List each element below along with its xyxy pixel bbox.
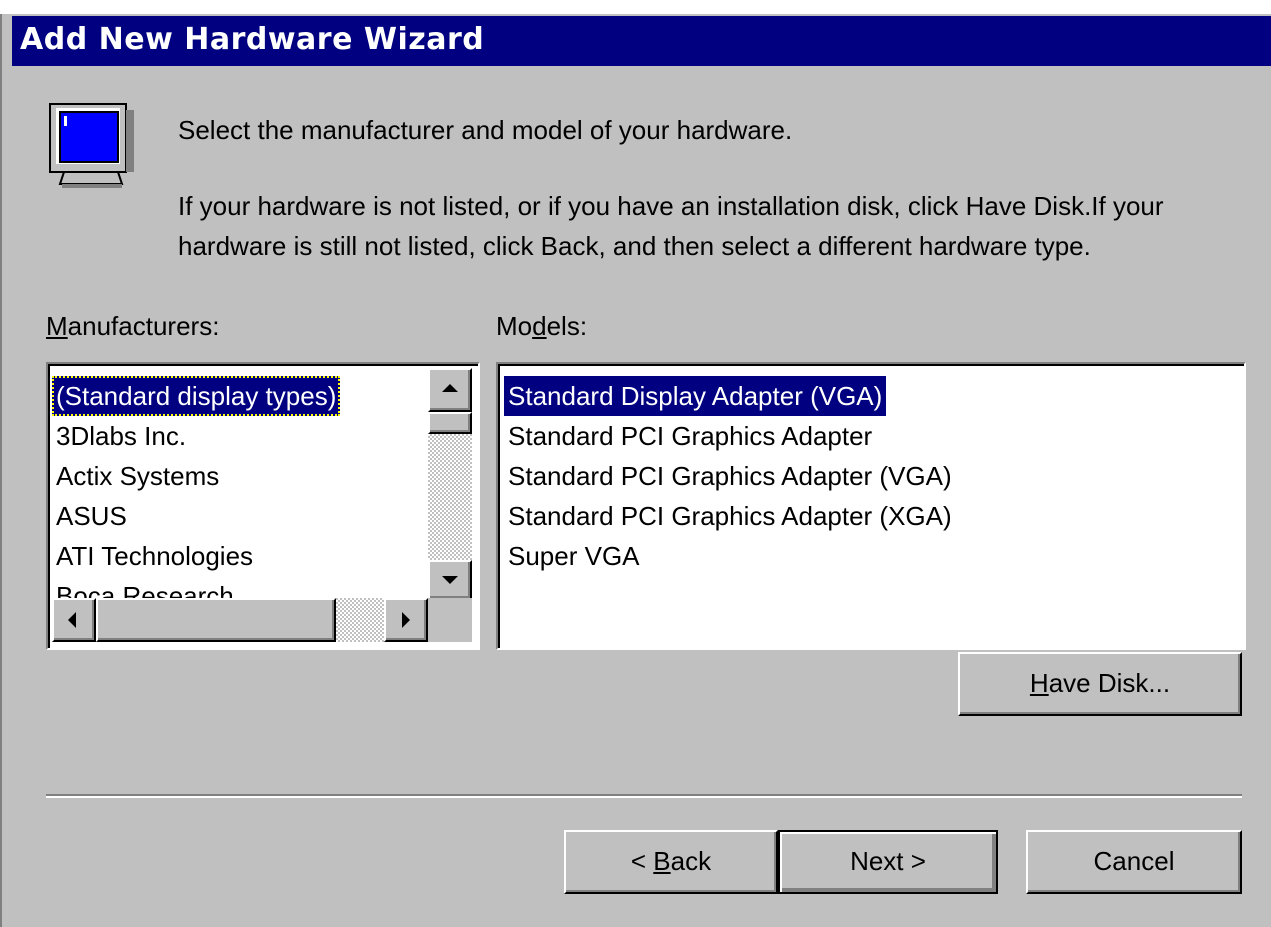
back-mnemonic: B: [653, 846, 671, 876]
next-button[interactable]: Next >: [778, 830, 998, 894]
back-label: ack: [670, 846, 712, 876]
manufacturers-label-mnemonic: M: [46, 311, 68, 341]
manufacturers-label-rest: anufacturers:: [67, 311, 220, 341]
scrollbar-corner: [428, 598, 472, 642]
title-bar[interactable]: Add New Hardware Wizard: [12, 16, 1271, 66]
scroll-up-button[interactable]: [428, 368, 472, 412]
manufacturer-item[interactable]: ASUS: [52, 496, 131, 536]
manufacturers-horizontal-scrollbar[interactable]: [52, 598, 428, 642]
manufacturers-vertical-scrollbar[interactable]: [428, 368, 472, 600]
scroll-right-button[interactable]: [384, 598, 428, 642]
manufacturer-item[interactable]: (Standard display types): [52, 376, 341, 416]
scroll-left-button[interactable]: [52, 598, 96, 642]
models-label-post: els:: [546, 311, 588, 341]
manufacturer-item[interactable]: ATI Technologies: [52, 536, 257, 576]
manufacturer-item[interactable]: Actix Systems: [52, 456, 223, 496]
model-item[interactable]: Standard PCI Graphics Adapter: [504, 416, 876, 456]
models-label: Models:: [496, 306, 587, 346]
manufacturer-item[interactable]: 3Dlabs Inc.: [52, 416, 190, 456]
monitor-icon: [49, 103, 134, 188]
separator-highlight: [46, 796, 1242, 798]
wizard-instructions: If your hardware is not listed, or if yo…: [178, 191, 1164, 261]
vertical-scroll-track[interactable]: [428, 412, 472, 560]
scroll-down-button[interactable]: [428, 560, 472, 600]
model-item[interactable]: Standard Display Adapter (VGA): [504, 376, 887, 416]
models-label-mnemonic: d: [532, 311, 547, 341]
wizard-window: Add New Hardware Wizard Select the manuf…: [0, 14, 1271, 927]
have-disk-button[interactable]: Have Disk...: [958, 652, 1242, 716]
model-item[interactable]: Super VGA: [504, 536, 644, 576]
have-disk-label: ave Disk...: [1048, 668, 1171, 698]
model-item[interactable]: Standard PCI Graphics Adapter (XGA): [504, 496, 956, 536]
arrow-up-icon: [442, 384, 458, 392]
horizontal-scroll-thumb[interactable]: [96, 598, 336, 642]
arrow-down-icon: [442, 576, 458, 584]
manufacturers-list[interactable]: (Standard display types) 3Dlabs Inc. Act…: [46, 362, 480, 650]
arrow-left-icon: [68, 612, 76, 628]
cancel-button[interactable]: Cancel: [1026, 830, 1242, 894]
model-item[interactable]: Standard PCI Graphics Adapter (VGA): [504, 456, 956, 496]
have-disk-mnemonic: H: [1029, 668, 1049, 698]
wizard-heading: Select the manufacturer and model of you…: [178, 115, 793, 145]
manufacturers-label: Manufacturers:: [46, 306, 219, 346]
back-prefix: <: [630, 846, 654, 876]
models-label-pre: Mo: [496, 311, 533, 341]
horizontal-scroll-track[interactable]: [96, 598, 384, 642]
models-list[interactable]: Standard Display Adapter (VGA) Standard …: [496, 362, 1246, 650]
back-button[interactable]: < Back: [564, 830, 778, 894]
window-title: Add New Hardware Wizard: [20, 22, 485, 57]
vertical-scroll-thumb[interactable]: [428, 412, 472, 434]
arrow-right-icon: [402, 612, 410, 628]
